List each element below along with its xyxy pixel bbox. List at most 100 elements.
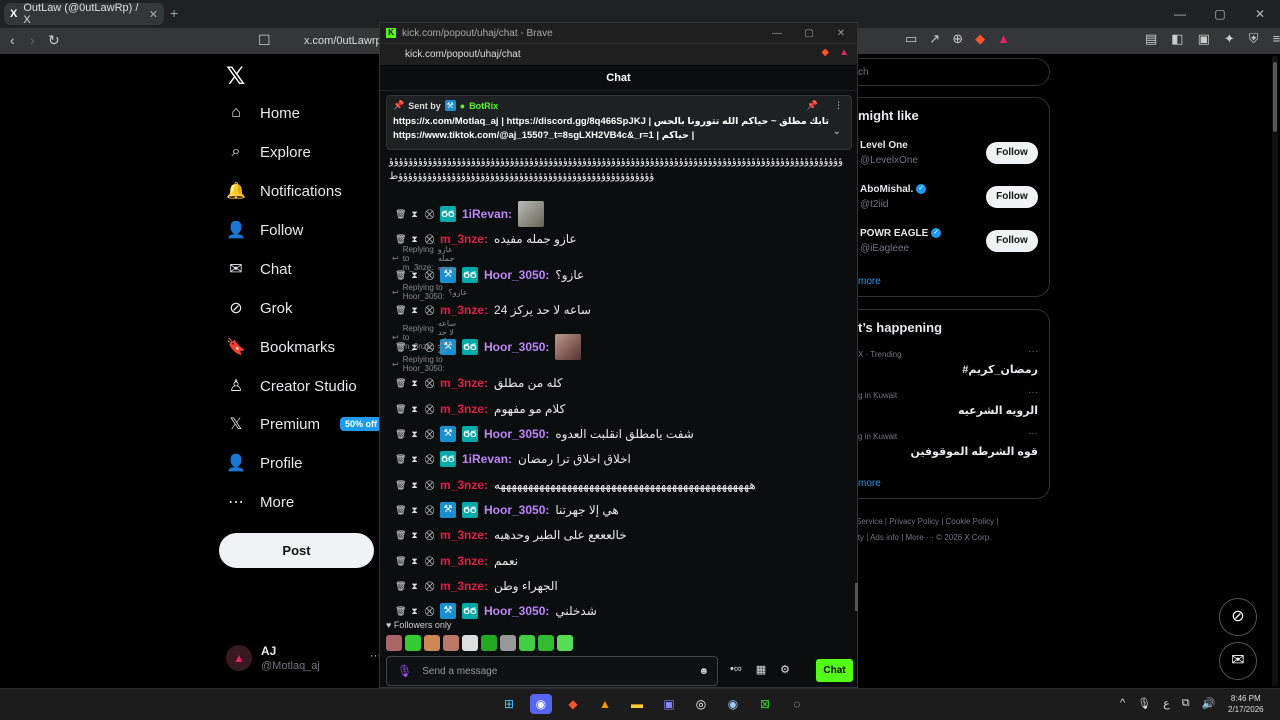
ban-icon[interactable]: ⛒ [425,606,434,617]
timeout-icon[interactable]: ⧗ [410,404,419,415]
search-input[interactable]: ch [850,58,1050,86]
ban-icon[interactable]: ⛒ [425,581,434,592]
expand-chevron-icon[interactable]: ⌄ [833,126,841,137]
cast-icon[interactable]: ▭ [905,31,917,47]
delete-message-icon[interactable]: 🗑 [395,454,406,465]
follow-suggestion[interactable]: POWR EAGLE ✓ @iEagleee [860,228,942,254]
search-app-icon[interactable]: ◎ [690,694,712,714]
reply-context[interactable]: ↩ Replying to m_3nze: عازو جمله مفيده [392,245,457,272]
emote[interactable] [462,635,478,651]
follow-suggestion[interactable]: Level One @LevelxOne [860,140,918,166]
nav-creator-studio[interactable]: ♙ Creator Studio [226,374,357,398]
bookmark-icon[interactable]: ☐ [258,32,271,49]
popup-minimize-button[interactable]: — [761,28,793,39]
app-icon[interactable]: ▲ [594,694,616,714]
reload-icon[interactable]: ↻ [48,32,60,49]
post-button[interactable]: Post [219,533,374,568]
nav-chat[interactable]: ✉ Chat [226,257,291,281]
timeout-icon[interactable]: ⧗ [410,305,419,316]
trend-more-icon[interactable]: ··· [1028,428,1038,439]
settings-gear-icon[interactable]: ⚙ [780,663,790,676]
emote[interactable] [424,635,440,651]
pinned-menu-icon[interactable]: ⋮ [834,100,843,111]
follow-button[interactable]: Follow [986,186,1038,208]
chat-message[interactable]: 🗑 ⧗ ⛒ m_3nze: كله من مطلق [395,373,563,393]
delete-message-icon[interactable]: 🗑 [395,234,406,245]
chat-message[interactable]: 🗑 ⧗ ⛒ m_3nze: هههههههههههههههههههههههههههههه… [395,475,756,495]
ban-icon[interactable]: ⛒ [425,480,434,491]
emote[interactable] [405,635,421,651]
vpn-icon[interactable]: ⛨ [1249,31,1259,47]
nav-more[interactable]: ⋯ More [226,490,294,514]
chat-input[interactable]: 🎙 Send a message ☻ [386,656,718,686]
brave-icon[interactable]: ◆ [562,694,584,714]
infinity-icon[interactable]: •∞ [730,663,742,676]
timeout-icon[interactable]: ⧗ [410,209,419,220]
windows-start-icon[interactable]: ⊞ [498,694,520,714]
chat-username[interactable]: Hoor_3050: [484,427,549,441]
grok-fab-icon[interactable]: ⊘ [1219,598,1257,636]
chat-message[interactable]: 🗑 ⧗ ⛒ ⚒ ϬϬ Hoor_3050: شفت يامطلق انقلبت العدوه [395,424,694,444]
unpin-icon[interactable]: 📌 [807,100,818,111]
steam-icon[interactable]: ◉ [722,694,744,714]
app-icon[interactable]: ▣ [658,694,680,714]
chat-username[interactable]: Hoor_3050: [484,340,549,354]
reply-context[interactable]: ↩ Replying to m_3nze: ساعه لا حد يركز 24 [392,319,456,355]
emote[interactable] [443,635,459,651]
trend-more-icon[interactable]: ··· [1028,346,1038,357]
network-icon[interactable]: ⧉ [1182,697,1190,710]
delete-message-icon[interactable]: 🗑 [395,429,406,440]
show-more-link[interactable]: more [858,276,881,287]
url-field[interactable]: x.com/0utLawrp [280,31,390,51]
scrollbar-thumb[interactable] [1273,62,1277,132]
brave-shield-icon[interactable]: ◆ [975,31,985,47]
nav-grok[interactable]: ⊘ Grok [226,296,292,320]
delete-message-icon[interactable]: 🗑 [395,505,406,516]
nav-premium[interactable]: 𝕏 Premium 50% off [226,412,383,436]
footer-line[interactable]: ity | Ads info | More ··· © 2026 X Corp. [856,530,1046,546]
delete-message-icon[interactable]: 🗑 [395,556,406,567]
share-icon[interactable]: ↗ [929,31,940,47]
nav-explore[interactable]: ⌕ Explore [226,140,311,164]
pinned-text[interactable]: تابك مطلق ~ حياكم الله تتورونا بالحس | h… [393,115,833,143]
ban-icon[interactable]: ⛒ [425,505,434,516]
chat-message[interactable]: 🗑 ⧗ ⛒ ϬϬ 1iRevan: اخلاق اخلاق ترا رمضان [395,449,631,469]
wallet-icon[interactable]: ▣ [1198,31,1210,47]
chat-username[interactable]: 1iRevan: [462,207,512,221]
emote[interactable] [386,635,402,651]
delete-message-icon[interactable]: 🗑 [395,581,406,592]
chat-message[interactable]: 🗑 ⧗ ⛒ m_3nze: ساعه لا حد يركز 24 [395,300,591,320]
timeout-icon[interactable]: ⧗ [410,234,419,245]
brave-rewards-icon[interactable]: ▲ [839,47,849,58]
forward-icon[interactable]: › [30,32,35,48]
messages-fab-icon[interactable]: ✉ [1219,642,1257,680]
follow-button[interactable]: Follow [986,230,1038,252]
delete-message-icon[interactable]: 🗑 [395,530,406,541]
emote[interactable] [481,635,497,651]
chat-username[interactable]: m_3nze: [440,232,488,246]
tray-overflow-icon[interactable]: ^ [1120,697,1125,710]
trend-item[interactable]: X · Trending ··· #رمضان_كريم [858,346,1038,376]
chat-username[interactable]: m_3nze: [440,478,488,492]
terminal-icon[interactable]: ⊠ [754,694,776,714]
page-scrollbar[interactable] [1272,56,1278,686]
sidebar-icon[interactable]: ◧ [1171,31,1183,47]
chat-username[interactable]: Hoor_3050: [484,604,549,618]
microphone-icon[interactable]: 🎙 [1137,697,1151,710]
app-icon[interactable]: ◌ [786,694,808,714]
browser-tab[interactable]: X OutLaw (@0utLawRp) / X ✕ [4,2,164,26]
timeout-icon[interactable]: ⧗ [410,480,419,491]
ban-icon[interactable]: ⛒ [425,556,434,567]
volume-icon[interactable]: 🔊 [1202,697,1216,710]
discord-icon[interactable]: ◉ [530,694,552,714]
tab-search-icon[interactable]: ▤ [1145,31,1157,47]
menu-icon[interactable]: ≡ [1273,31,1280,47]
footer-line[interactable]: Service | Privacy Policy | Cookie Policy… [856,514,1046,530]
back-icon[interactable]: ‹ [10,32,15,48]
chat-message[interactable]: 🗑 ⧗ ⛒ m_3nze: نعمم [395,551,518,571]
timeout-icon[interactable]: ⧗ [410,606,419,617]
chat-message[interactable]: 🗑 ⧗ ⛒ ⚒ ϬϬ Hoor_3050: هي إلا جهرتنا [395,500,619,520]
reply-context[interactable]: ↩ Replying to Hoor_3050: عازو؟ [392,283,468,301]
chat-username[interactable]: m_3nze: [440,376,488,390]
nav-notifications[interactable]: 🔔 Notifications [226,179,342,203]
